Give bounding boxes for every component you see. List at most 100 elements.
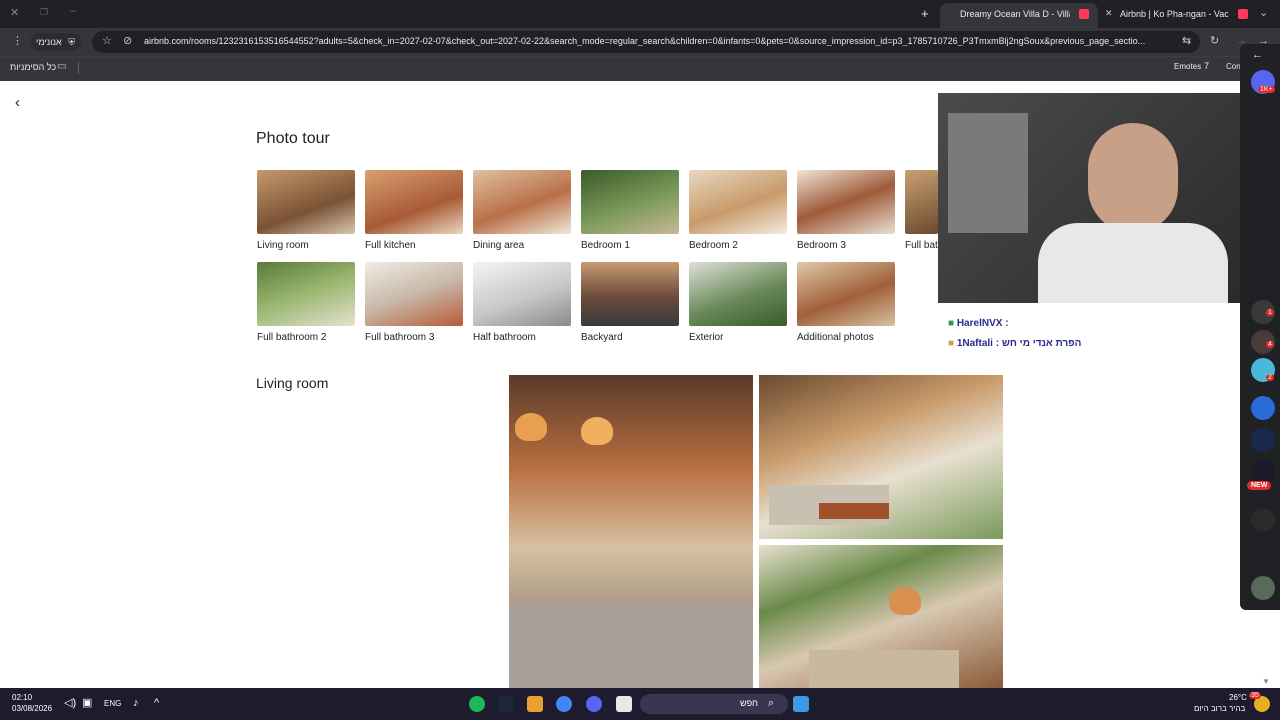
scroll-down-icon[interactable]: ▼: [1262, 678, 1270, 686]
thumb-full-kitchen[interactable]: [365, 170, 463, 234]
chrome-icon[interactable]: [556, 696, 572, 712]
thumb-label: Dining area: [473, 240, 525, 251]
menu-icon[interactable]: ⋮: [12, 36, 23, 47]
webcam-overlay: [938, 93, 1243, 303]
background-shape: [948, 113, 1028, 233]
weather-desc[interactable]: בהיר ברוב היום: [1194, 704, 1245, 714]
tab-title: Airbnb | Ko Pha-ngan - Vacation: [1120, 9, 1228, 19]
bookmark-star-icon[interactable]: ☆: [102, 36, 112, 47]
thumb-label: Full kitchen: [365, 240, 416, 251]
chat-line: ■ HarelNVX :: [948, 318, 1009, 329]
airbnb-favicon-icon: [1079, 9, 1089, 19]
tab-search-icon[interactable]: ⌄: [1259, 8, 1268, 19]
thumb-living-room[interactable]: [257, 170, 355, 234]
clock-date[interactable]: 03/08/2026: [12, 704, 52, 714]
sofa-shape: [809, 650, 959, 688]
steam-icon[interactable]: [498, 696, 514, 712]
thumb-label: Exterior: [689, 332, 724, 343]
server-icon[interactable]: [1251, 396, 1275, 420]
notification-count: 35: [1249, 692, 1261, 699]
incognito-label: אנונימי: [36, 37, 62, 47]
chat-user: HarelNVX: [956, 318, 1003, 329]
tab-strip: ✕ ❐ – + Dreamy Ocean Villa D - Villas fo…: [0, 0, 1280, 28]
incognito-icon: ⛨: [68, 37, 75, 47]
new-badge: NEW: [1247, 481, 1272, 490]
language-indicator[interactable]: ENG: [104, 699, 121, 709]
network-icon[interactable]: ▣: [82, 698, 92, 709]
living-room-photo-right-top[interactable]: [759, 375, 1003, 539]
thumb-bedroom-3[interactable]: [797, 170, 895, 234]
pendant-lamp-shape: [581, 417, 613, 445]
thumb-half-bathroom[interactable]: [473, 262, 571, 326]
living-room-photo-large[interactable]: [509, 375, 753, 688]
server-icon[interactable]: [1251, 508, 1275, 532]
shirt-shape: [1038, 223, 1228, 303]
chat-text: : הפרת אנדי מי חש: [995, 338, 1082, 349]
pendant-lamp-shape: [889, 587, 921, 615]
tab-groups-icon[interactable]: ⇆: [1182, 36, 1191, 47]
file-explorer-icon[interactable]: [616, 696, 632, 712]
tab-title: Dreamy Ocean Villa D - Villas fo: [960, 9, 1070, 19]
thumb-label: Backyard: [581, 332, 623, 343]
con-extension[interactable]: Con: [1226, 62, 1241, 71]
app-icon[interactable]: [527, 696, 543, 712]
notification-badge: 4: [1266, 341, 1274, 348]
streamer-face-shape: [1088, 123, 1178, 233]
thumb-bedroom-1[interactable]: [581, 170, 679, 234]
tray-expand-icon[interactable]: ^: [154, 698, 159, 709]
sofa-shape: [509, 605, 753, 688]
url-text[interactable]: airbnb.com/rooms/1232316153516544552?adu…: [144, 36, 1176, 46]
back-arrow-icon[interactable]: ‹: [15, 94, 20, 111]
thumb-label: Full bath: [905, 240, 938, 251]
volume-icon[interactable]: ◁): [64, 698, 76, 709]
thumb-bedroom-2[interactable]: [689, 170, 787, 234]
thumb-label: Bedroom 2: [689, 240, 738, 251]
tab-dreamy-ocean-villa[interactable]: Dreamy Ocean Villa D - Villas fo: [940, 3, 1098, 28]
table-shape: [819, 503, 889, 519]
all-bookmarks-label[interactable]: כל הסימניות: [10, 62, 56, 72]
discord-taskbar-icon[interactable]: [586, 696, 602, 712]
notification-badge: 1K+: [1258, 86, 1275, 93]
user-avatar[interactable]: [1251, 576, 1275, 600]
reload-icon[interactable]: ↻: [1210, 36, 1219, 47]
new-tab-button[interactable]: +: [921, 7, 929, 20]
chat-badge-icon: ■: [948, 338, 955, 349]
close-window-icon[interactable]: ✕: [10, 8, 19, 19]
thumb-label: Half bathroom: [473, 332, 536, 343]
spotify-icon[interactable]: [469, 696, 485, 712]
divider: [78, 62, 79, 74]
bookmarks-bar: כל הסימניות ▭ Emotes 7 Con: [0, 56, 1280, 81]
search-placeholder: חפש: [740, 698, 758, 708]
notification-badge: 2: [1266, 374, 1274, 381]
thumb-full-bathroom-3[interactable]: [365, 262, 463, 326]
thumb-exterior[interactable]: [689, 262, 787, 326]
emotes-extension[interactable]: Emotes: [1174, 62, 1201, 71]
thumb-additional-photos[interactable]: [797, 262, 895, 326]
clock-time[interactable]: 02:10: [12, 693, 32, 703]
close-tab-icon[interactable]: ✕: [1105, 9, 1113, 18]
minimize-window-icon[interactable]: –: [70, 6, 76, 17]
notification-badge: 1: [1266, 309, 1274, 316]
windows-start-icon[interactable]: [793, 696, 809, 712]
taskbar-search[interactable]: חפש ⌕: [640, 694, 788, 714]
section-title: Living room: [256, 375, 329, 391]
thumb-full-bathroom-2[interactable]: [257, 262, 355, 326]
living-room-photo-right-bottom[interactable]: [759, 545, 1003, 688]
folder-icon: ▭: [57, 61, 67, 72]
thumb-dining-area[interactable]: [473, 170, 571, 234]
thumb-label: Bedroom 1: [581, 240, 630, 251]
chat-line: ■ 1Naftali : הפרת אנדי מי חש: [948, 338, 1081, 349]
eye-off-icon[interactable]: ⊘: [123, 36, 132, 47]
restore-window-icon[interactable]: ❐: [40, 8, 48, 17]
incognito-badge[interactable]: אנונימי ⛨: [30, 33, 81, 51]
page-title: Photo tour: [256, 130, 330, 147]
tab-airbnb-ko-phangan[interactable]: Airbnb | Ko Pha-ngan - Vacation: [1114, 3, 1254, 28]
side-panel-back-icon[interactable]: ←: [1252, 50, 1263, 61]
microphone-icon[interactable]: ♪: [133, 698, 139, 709]
weather-temp[interactable]: 26°C: [1229, 693, 1247, 703]
thumb-full-bathroom[interactable]: [905, 170, 938, 234]
thumb-label: Full bathroom 2: [257, 332, 327, 343]
thumb-label: Bedroom 3: [797, 240, 846, 251]
server-icon[interactable]: [1251, 428, 1275, 452]
thumb-backyard[interactable]: [581, 262, 679, 326]
